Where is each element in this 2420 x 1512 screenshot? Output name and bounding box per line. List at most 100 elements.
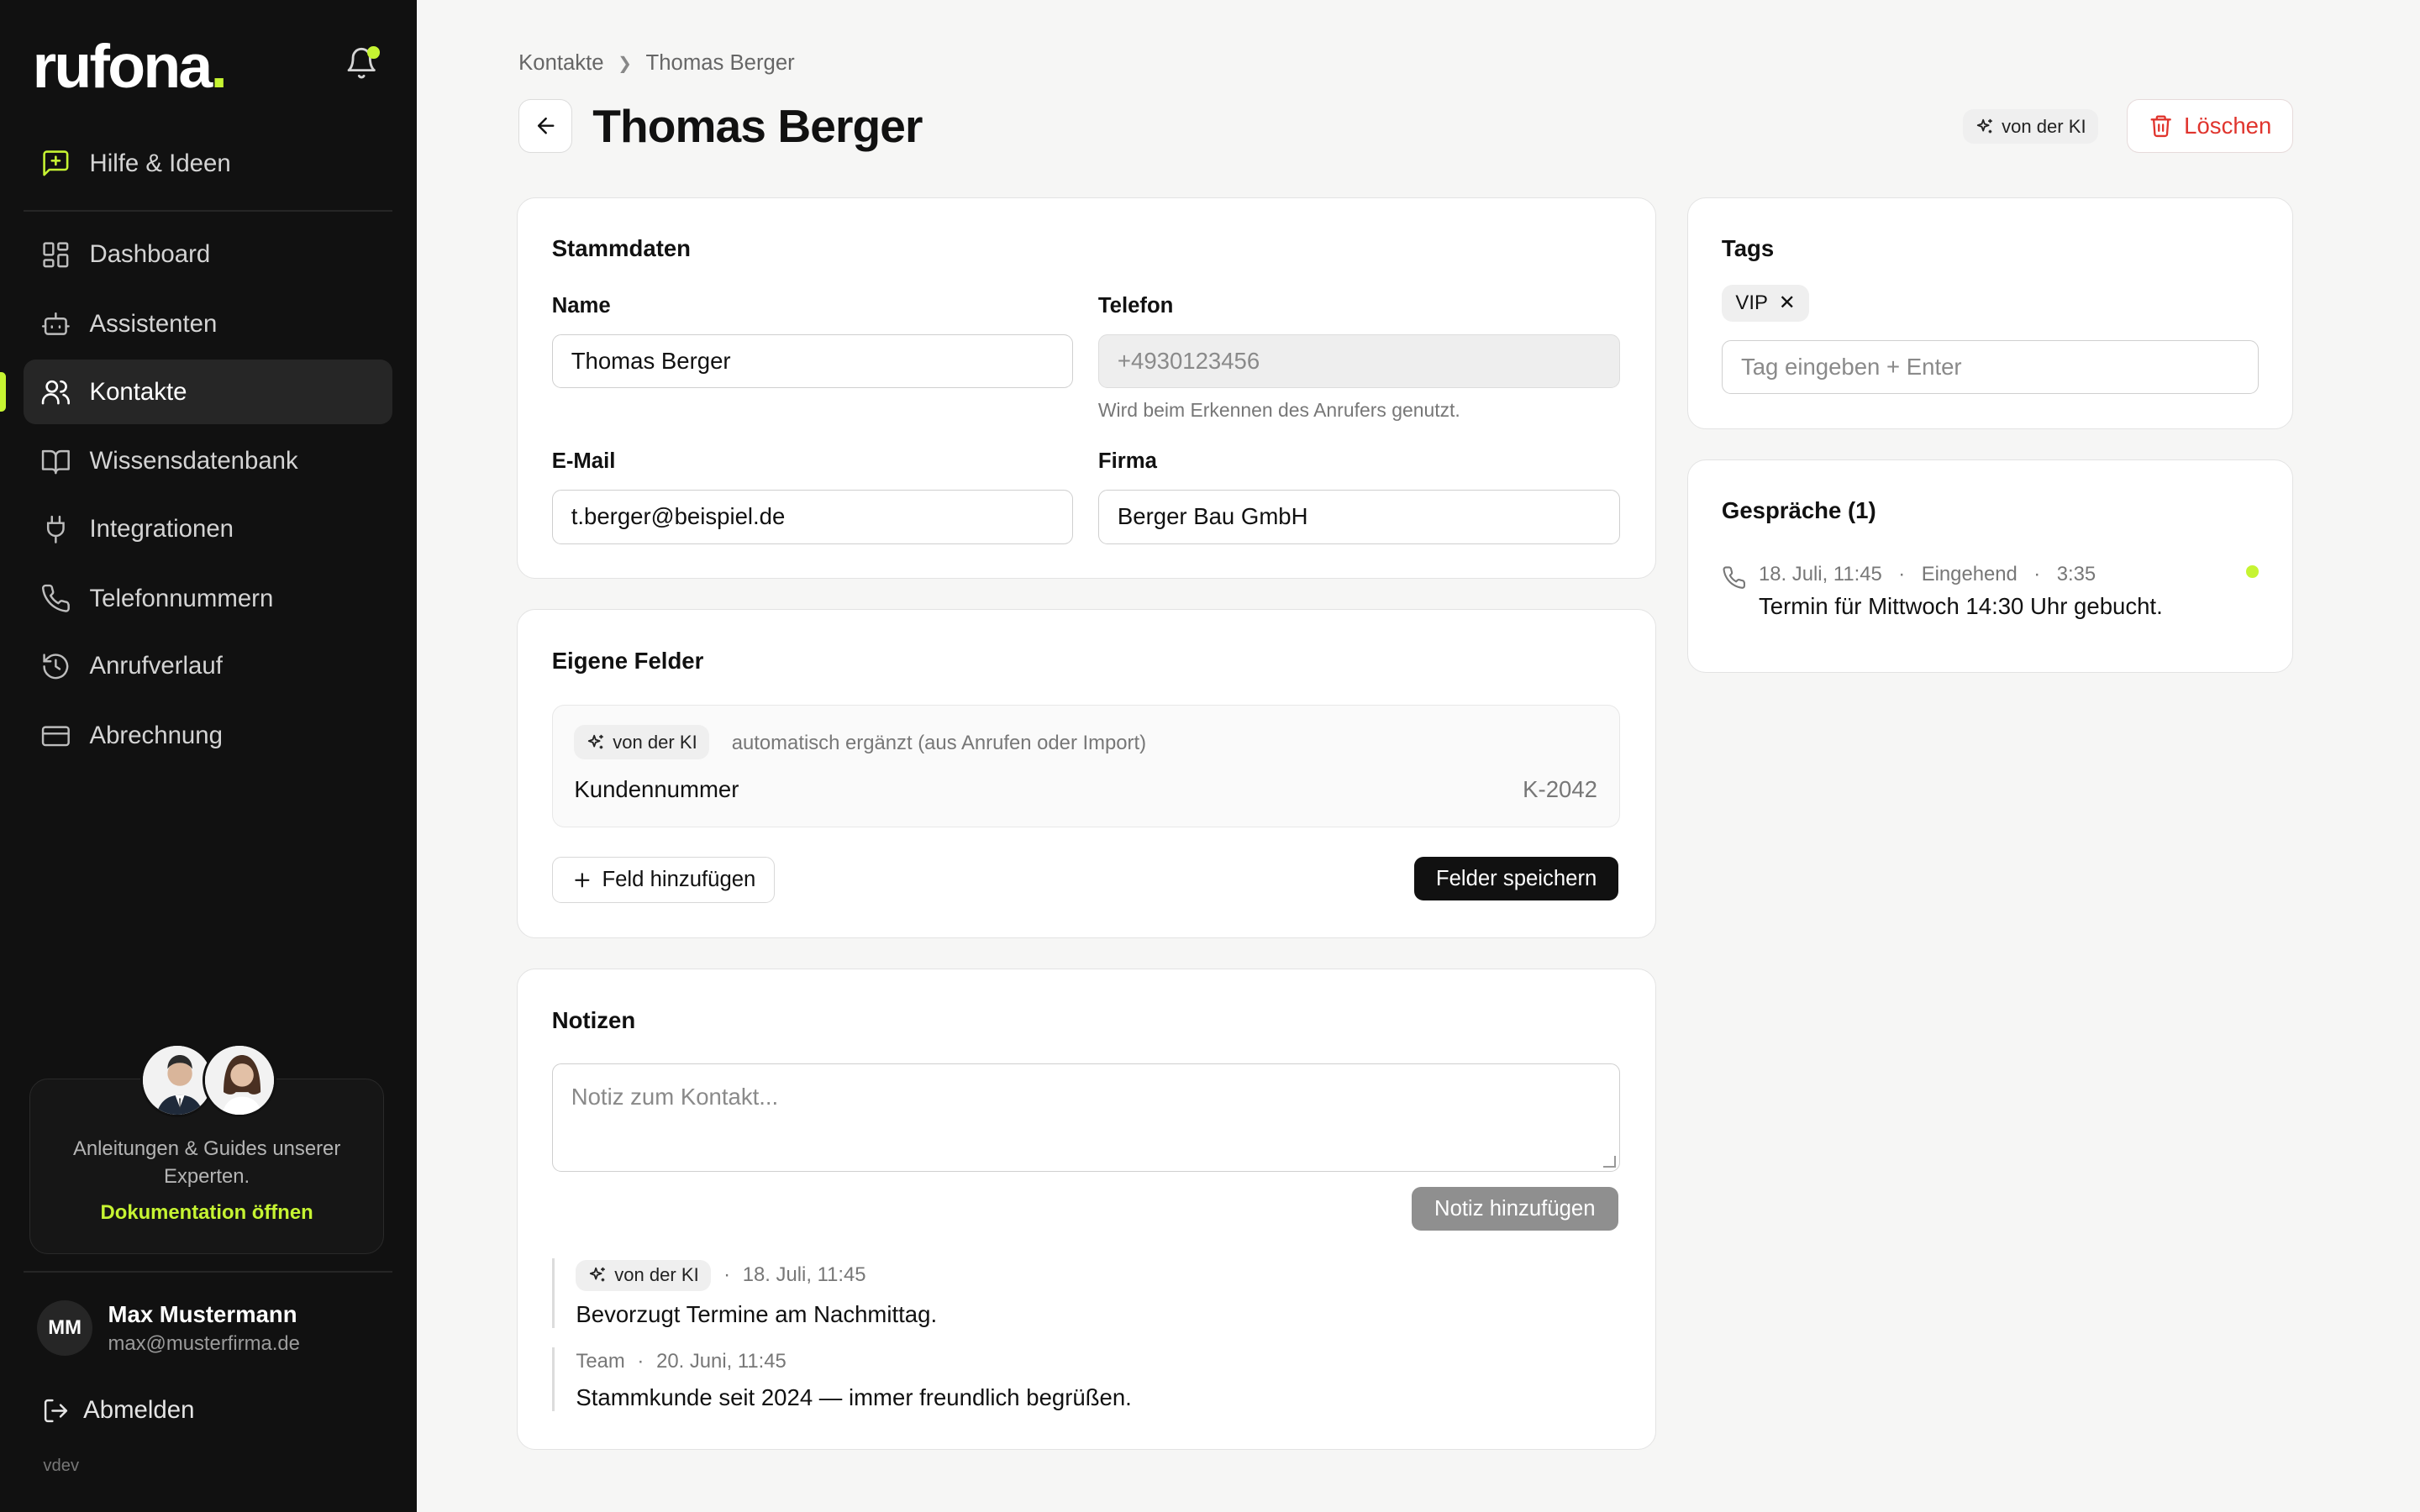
robot-icon — [41, 312, 70, 336]
card-title: Tags — [1721, 235, 1775, 262]
name-label: Name — [551, 293, 611, 318]
book-icon — [41, 449, 70, 475]
breadcrumb-current: Thomas Berger — [645, 50, 795, 75]
expert-avatars — [140, 1042, 279, 1117]
note-text: Bevorzugt Termine am Nachmittag. — [576, 1301, 938, 1328]
card-title: Notizen — [551, 1006, 636, 1033]
add-field-button[interactable]: Feld hinzufügen — [551, 857, 776, 904]
phone-hint: Wird beim Erkennen des Anrufers genutzt. — [1097, 398, 1460, 421]
user-profile[interactable]: MM Max Mustermann max@musterfirma.de — [37, 1300, 300, 1357]
resize-handle-icon[interactable] — [1603, 1155, 1616, 1168]
avatar: MM — [37, 1300, 93, 1357]
tag-input[interactable]: Tag eingeben + Enter — [1721, 340, 2260, 395]
sidebar-item-label: Anrufverlauf — [89, 652, 223, 680]
credit-card-icon — [41, 726, 70, 747]
expert-avatar-female — [202, 1042, 276, 1117]
note-time: 20. Juni, 11:45 — [656, 1349, 786, 1373]
card-title: Gespräche (1) — [1721, 497, 1876, 524]
notes-card: Notizen Notiz zum Kontakt... Notiz hinzu… — [517, 969, 1656, 1451]
custom-field-value: K-2042 — [1523, 776, 1597, 802]
sidebar-item-kontakte[interactable]: Kontakte — [23, 359, 392, 425]
breadcrumb: Kontakte ❯ Thomas Berger — [518, 51, 795, 76]
phone-field: +4930123456 — [1097, 333, 1620, 388]
phone-icon — [41, 585, 70, 612]
note-textarea[interactable]: Notiz zum Kontakt... — [551, 1063, 1620, 1173]
custom-fields-card: Eigene Felder von der KI automatisch erg… — [517, 609, 1656, 938]
sparkles-icon — [587, 734, 603, 749]
message-plus-icon — [43, 150, 69, 176]
add-note-button[interactable]: Notiz hinzufügen — [1411, 1187, 1618, 1231]
status-dot — [2246, 565, 2260, 578]
help-label: Hilfe & Ideen — [89, 149, 231, 177]
user-email: max@musterfirma.de — [108, 1332, 300, 1356]
guide-text: Anleitungen & Guides unserer Experten. — [72, 1137, 341, 1189]
grid-icon — [43, 242, 69, 268]
sidebar: rufona. Hilfe & Ideen Dashboard Assisten… — [0, 0, 417, 1512]
ai-badge: von der KI — [576, 1259, 712, 1291]
sidebar-item-label: Dashboard — [89, 240, 211, 269]
sparkles-icon — [1976, 118, 1992, 134]
tag-chip: VIP ✕ — [1721, 284, 1810, 323]
users-icon — [41, 380, 70, 405]
stammdaten-card: Stammdaten Name Thomas Berger Telefon +4… — [517, 197, 1656, 579]
rufona-logo[interactable]: rufona. — [33, 31, 228, 102]
phone-label: Telefon — [1097, 293, 1174, 318]
logout-icon — [44, 1399, 67, 1422]
back-button[interactable] — [518, 98, 573, 153]
sidebar-item-dashboard[interactable]: Dashboard — [24, 222, 392, 286]
logout-button[interactable]: Abmelden — [42, 1396, 195, 1425]
name-field[interactable]: Thomas Berger — [551, 333, 1074, 388]
company-field[interactable]: Berger Bau GmbH — [1097, 490, 1620, 544]
sidebar-item-assistenten[interactable]: Assistenten — [24, 291, 392, 356]
logout-label: Abmelden — [83, 1396, 195, 1425]
ai-field-box: von der KI automatisch ergänzt (aus Anru… — [551, 704, 1620, 828]
note-item: von der KI · 18. Juli, 11:45 Bevorzugt T… — [551, 1257, 938, 1329]
version-label: vdev — [43, 1456, 80, 1475]
email-field[interactable]: t.berger@beispiel.de — [551, 490, 1074, 544]
sidebar-item-label: Integrationen — [89, 514, 234, 543]
documentation-link[interactable]: Dokumentation öffnen — [30, 1201, 383, 1225]
note-author: von der KI — [614, 1264, 699, 1286]
breadcrumb-kontakte[interactable]: Kontakte — [518, 51, 603, 76]
card-title: Eigene Felder — [551, 647, 704, 674]
call-duration: 3:35 — [2056, 562, 2096, 585]
note-text: Stammkunde seit 2024 — immer freundlich … — [576, 1384, 1132, 1411]
chevron-right-icon: ❯ — [618, 54, 633, 73]
arrow-left-icon — [537, 117, 555, 134]
calls-card: Gespräche (1) 18. Juli, 11:45 · Eingehen… — [1686, 459, 2294, 673]
active-indicator — [0, 371, 7, 412]
note-placeholder: Notiz zum Kontakt... — [571, 1083, 779, 1110]
ai-note: automatisch ergänzt (aus Anrufen oder Im… — [731, 731, 1147, 754]
main-content: Kontakte ❯ Thomas Berger Thomas Berger v… — [417, 0, 2420, 1512]
sidebar-item-wissensdatenbank[interactable]: Wissensdatenbank — [24, 429, 392, 494]
divider — [23, 209, 392, 212]
call-date: 18. Juli, 11:45 — [1758, 562, 1882, 585]
custom-field-key: Kundennummer — [574, 776, 739, 802]
sidebar-item-label: Wissensdatenbank — [89, 447, 298, 475]
plus-icon — [575, 873, 590, 888]
sidebar-item-abrechnung[interactable]: Abrechnung — [24, 704, 392, 769]
help-ideas-link[interactable]: Hilfe & Ideen — [24, 131, 392, 196]
user-name: Max Mustermann — [108, 1300, 297, 1327]
page-title: Thomas Berger — [592, 99, 923, 152]
delete-button[interactable]: Löschen — [2126, 98, 2294, 153]
call-summary: Termin für Mittwoch 14:30 Uhr gebucht. — [1758, 593, 2163, 620]
bell-icon[interactable] — [345, 46, 381, 83]
sidebar-item-integrationen[interactable]: Integrationen — [24, 496, 392, 561]
sidebar-item-anrufverlauf[interactable]: Anrufverlauf — [24, 634, 392, 699]
email-label: E-Mail — [551, 449, 616, 474]
card-title: Stammdaten — [551, 235, 692, 262]
sparkles-icon — [589, 1267, 605, 1282]
ai-badge: von der KI — [574, 725, 710, 760]
ai-badge-label: von der KI — [2002, 115, 2086, 137]
trash-icon — [2150, 115, 2171, 138]
note-item: Team · 20. Juni, 11:45 Stammkunde seit 2… — [551, 1347, 1132, 1412]
plug-icon — [46, 515, 65, 543]
sidebar-item-telefonnummern[interactable]: Telefonnummern — [24, 566, 392, 631]
tags-card: Tags VIP ✕ Tag eingeben + Enter — [1686, 197, 2294, 429]
save-fields-button[interactable]: Felder speichern — [1414, 857, 1618, 900]
note-time: 18. Juli, 11:45 — [742, 1263, 866, 1287]
note-author: Team — [576, 1349, 625, 1373]
close-icon[interactable]: ✕ — [1779, 291, 1796, 315]
sidebar-item-label: Assistenten — [89, 309, 218, 338]
